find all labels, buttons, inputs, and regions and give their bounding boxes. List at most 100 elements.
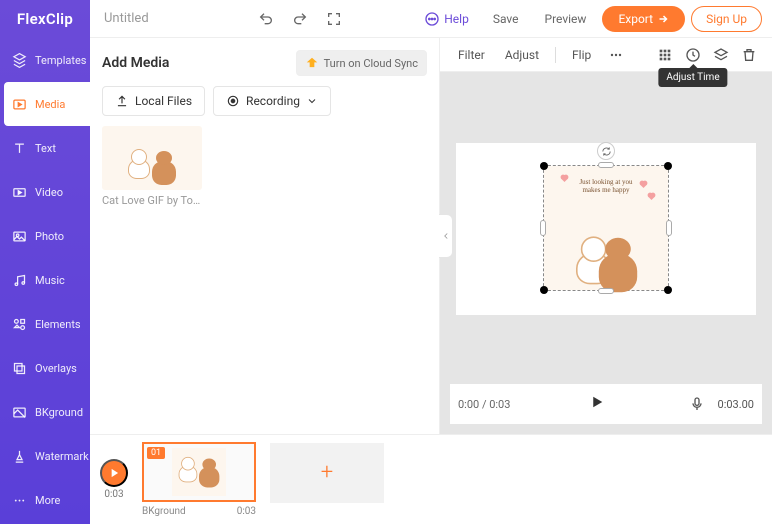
redo-button[interactable]: [286, 7, 314, 31]
video-icon: [12, 185, 27, 200]
flip-button[interactable]: Flip: [564, 44, 599, 66]
delete-button[interactable]: [736, 42, 762, 68]
mic-button[interactable]: [684, 391, 710, 417]
adjust-time-button[interactable]: Adjust Time: [680, 42, 706, 68]
templates-icon: [12, 53, 27, 68]
tooltip: Adjust Time: [658, 68, 727, 87]
adjust-button[interactable]: Adjust: [497, 44, 547, 66]
play-icon: [588, 393, 606, 411]
clock-icon: [685, 47, 701, 63]
record-icon: [226, 94, 240, 108]
resize-handle-right[interactable]: [666, 220, 672, 236]
media-icon: [12, 97, 27, 112]
grid-button[interactable]: [652, 42, 678, 68]
layers-icon: [713, 47, 729, 63]
playbar-time: 0:00 / 0:03: [458, 398, 510, 411]
recording-label: Recording: [246, 94, 300, 108]
timeline: 0:03 01 BKground 0:03 +: [90, 434, 772, 524]
trash-icon: [741, 47, 757, 63]
sidebar-item-label: Photo: [35, 230, 64, 243]
selection-box[interactable]: Just looking at you makes me happy: [543, 165, 669, 291]
stage-toolbar: Filter Adjust Flip Adjust Time: [440, 38, 772, 72]
save-button[interactable]: Save: [483, 6, 529, 32]
chevron-down-icon: [306, 95, 318, 107]
divider: [555, 47, 556, 63]
media-item[interactable]: Cat Love GIF by Tonton ...: [102, 126, 202, 207]
stage-area: Filter Adjust Flip Adjust Time: [440, 38, 772, 434]
arrow-right-icon: [657, 13, 669, 25]
rotate-handle[interactable]: [597, 142, 615, 160]
sidebar-item-label: BKground: [35, 406, 83, 419]
selected-image: Just looking at you makes me happy: [544, 166, 668, 290]
resize-handle-top[interactable]: [598, 162, 614, 168]
sidebar-item-label: Templates: [35, 54, 86, 67]
clip-badge: 01: [147, 447, 165, 459]
resize-handle-bl[interactable]: [540, 286, 548, 294]
more-options-button[interactable]: [603, 42, 629, 68]
sidebar-item-label: Video: [35, 186, 63, 199]
overlays-icon: [12, 361, 27, 376]
media-caption: Cat Love GIF by Tonton ...: [102, 194, 202, 207]
clip-thumbnail: [172, 448, 226, 496]
photo-icon: [12, 229, 27, 244]
cloud-sync-button[interactable]: Turn on Cloud Sync: [296, 50, 427, 76]
playbar: 0:00 / 0:03 0:03.00: [450, 384, 762, 424]
sidebar-item-more[interactable]: More: [0, 478, 90, 522]
sidebar-item-media[interactable]: Media: [4, 82, 90, 126]
grid-icon: [657, 47, 673, 63]
logo: FlexClip: [0, 0, 90, 38]
help-button[interactable]: Help: [416, 7, 477, 31]
resize-handle-tr[interactable]: [664, 162, 672, 170]
sidebar-item-templates[interactable]: Templates: [0, 38, 90, 82]
export-button[interactable]: Export: [602, 6, 685, 32]
sidebar-item-label: Elements: [35, 318, 81, 331]
undo-icon: [258, 11, 274, 27]
undo-button[interactable]: [252, 7, 280, 31]
sidebar: FlexClip Templates Media Text Video Phot…: [0, 0, 90, 524]
export-label: Export: [618, 12, 653, 26]
sidebar-item-bkground[interactable]: BKground: [0, 390, 90, 434]
sidebar-item-label: More: [35, 494, 60, 507]
sidebar-item-video[interactable]: Video: [0, 170, 90, 214]
elements-icon: [12, 317, 27, 332]
timeline-play-button[interactable]: [100, 459, 128, 487]
sidebar-item-text[interactable]: Text: [0, 126, 90, 170]
chevron-left-icon: [441, 231, 451, 241]
local-files-label: Local Files: [135, 94, 192, 108]
sidebar-item-label: Music: [35, 274, 65, 287]
resize-handle-br[interactable]: [664, 286, 672, 294]
play-button[interactable]: [588, 393, 606, 415]
text-icon: [12, 141, 27, 156]
timeline-clip[interactable]: 01: [142, 442, 256, 502]
resize-handle-tl[interactable]: [540, 162, 548, 170]
sidebar-item-watermark[interactable]: Watermark: [0, 434, 90, 478]
sidebar-item-label: Overlays: [35, 362, 77, 375]
sidebar-item-overlays[interactable]: Overlays: [0, 346, 90, 390]
resize-handle-bottom[interactable]: [598, 288, 614, 294]
resize-handle-left[interactable]: [540, 220, 546, 236]
watermark-icon: [12, 449, 27, 464]
media-thumbnail: [102, 126, 202, 190]
project-title-input[interactable]: [100, 7, 210, 30]
filter-button[interactable]: Filter: [450, 44, 493, 66]
preview-button[interactable]: Preview: [535, 6, 597, 32]
canvas[interactable]: Just looking at you makes me happy: [456, 143, 756, 315]
media-panel: Add Media Turn on Cloud Sync Local Files…: [90, 38, 440, 434]
clip-duration: 0:03: [237, 506, 256, 517]
add-clip-button[interactable]: +: [270, 443, 384, 503]
collapse-panel-button[interactable]: [439, 214, 453, 258]
sidebar-item-music[interactable]: Music: [0, 258, 90, 302]
mic-icon: [689, 396, 705, 412]
sidebar-item-photo[interactable]: Photo: [0, 214, 90, 258]
layers-button[interactable]: [708, 42, 734, 68]
recording-button[interactable]: Recording: [213, 86, 331, 116]
sidebar-item-elements[interactable]: Elements: [0, 302, 90, 346]
local-files-button[interactable]: Local Files: [102, 86, 205, 116]
plus-icon: +: [321, 460, 333, 485]
cloud-icon: [305, 56, 319, 70]
help-label: Help: [444, 12, 469, 26]
signup-button[interactable]: Sign Up: [691, 6, 762, 32]
fullscreen-button[interactable]: [320, 7, 348, 31]
sidebar-item-label: Watermark: [35, 450, 89, 463]
music-icon: [12, 273, 27, 288]
